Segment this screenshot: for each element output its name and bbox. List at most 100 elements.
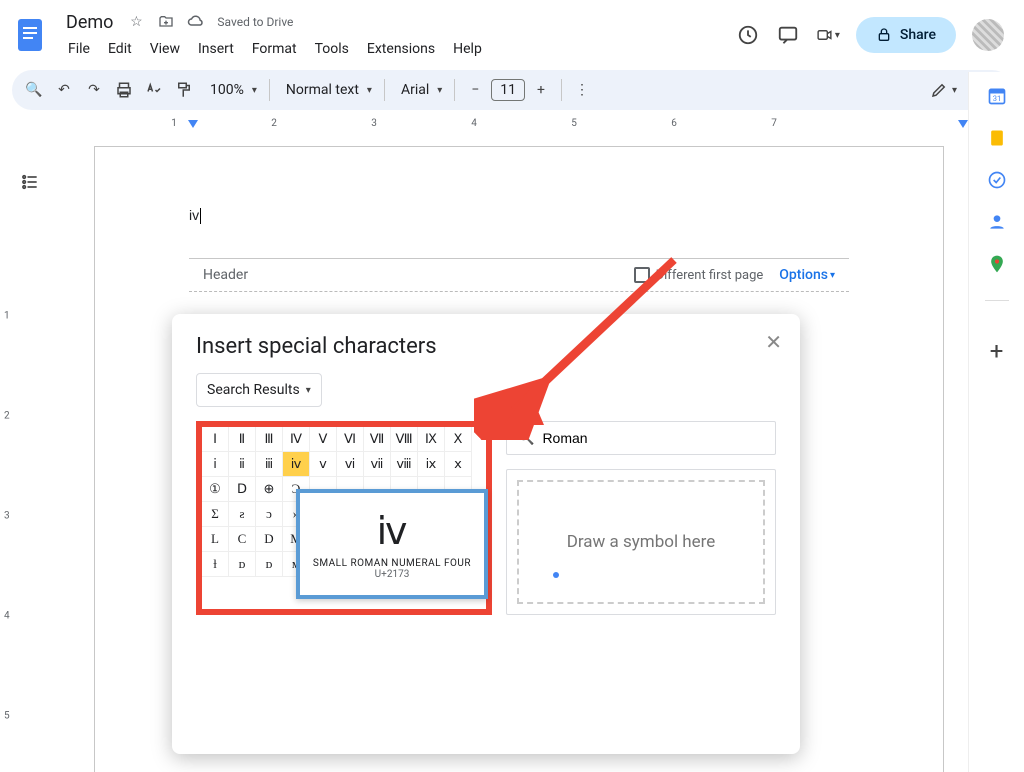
font-size-input[interactable]: 11 [491, 79, 525, 101]
search-icon[interactable]: 🔍 [20, 76, 48, 104]
tasks-icon[interactable] [987, 170, 1007, 190]
char-cell[interactable]: Σ [202, 502, 229, 527]
menu-tools[interactable]: Tools [307, 37, 357, 61]
docs-logo-icon[interactable] [12, 15, 52, 55]
char-cell[interactable]: ⅱ [229, 452, 256, 477]
redo-icon[interactable]: ↷ [80, 76, 108, 104]
char-cell[interactable]: ƨ [229, 502, 256, 527]
indent-marker-icon[interactable] [188, 120, 198, 128]
category-dropdown[interactable]: Search Results▾ [196, 373, 322, 407]
menubar: File Edit View Insert Format Tools Exten… [60, 37, 736, 61]
char-cell[interactable]: ᴅ [256, 552, 283, 577]
tooltip-glyph: ⅳ [377, 509, 408, 554]
tooltip-code: U+2173 [375, 569, 410, 580]
char-cell[interactable]: ⅲ [256, 452, 283, 477]
header-label: Header [203, 267, 248, 283]
cloud-saved-icon[interactable] [187, 13, 205, 31]
dialog-title: Insert special characters [196, 334, 776, 359]
maps-icon[interactable] [987, 254, 1007, 274]
header-options-dropdown[interactable]: Options ▾ [779, 267, 835, 283]
char-cell[interactable]: ⅷ [391, 452, 418, 477]
font-size-decrease[interactable]: − [461, 76, 489, 104]
char-cell[interactable]: Ⅲ [256, 427, 283, 452]
menu-file[interactable]: File [60, 37, 98, 61]
char-cell[interactable]: ⅳ [283, 452, 310, 477]
char-cell[interactable]: Ⅱ [229, 427, 256, 452]
char-cell[interactable]: D [256, 527, 283, 552]
char-cell[interactable]: Ⅾ [229, 477, 256, 502]
font-dropdown[interactable]: Arial▾ [391, 82, 448, 98]
tooltip-name: SMALL ROMAN NUMERAL FOUR [313, 558, 471, 569]
search-input-wrap[interactable]: 🔍 [506, 421, 776, 455]
char-cell[interactable]: Ⅴ [310, 427, 337, 452]
search-icon: 🔍 [517, 430, 534, 446]
char-cell[interactable]: ① [202, 477, 229, 502]
share-button[interactable]: Share [856, 17, 956, 53]
menu-help[interactable]: Help [445, 37, 490, 61]
character-tooltip: ⅳ SMALL ROMAN NUMERAL FOUR U+2173 [296, 489, 488, 599]
menu-insert[interactable]: Insert [190, 37, 242, 61]
paint-format-icon[interactable] [170, 76, 198, 104]
contacts-icon[interactable] [987, 212, 1007, 232]
meet-button[interactable]: ▾ [816, 23, 840, 47]
char-cell[interactable]: Ⅶ [364, 427, 391, 452]
draw-dot-icon [553, 572, 559, 578]
style-dropdown[interactable]: Normal text▾ [276, 82, 378, 98]
different-first-page-checkbox[interactable]: Different first page [634, 267, 764, 283]
ruler-tick: 5 [571, 118, 577, 129]
more-icon[interactable]: ⋮ [568, 76, 596, 104]
print-icon[interactable] [110, 76, 138, 104]
ruler-tick: 4 [471, 118, 477, 129]
page-header-area[interactable]: iv Header Different first page Options ▾ [95, 147, 943, 302]
char-cell[interactable]: Ⅳ [283, 427, 310, 452]
close-button[interactable]: ✕ [765, 332, 782, 352]
ruler-tick: 3 [371, 118, 377, 129]
menu-edit[interactable]: Edit [100, 37, 140, 61]
checkbox-icon [634, 267, 650, 283]
char-cell[interactable]: ⅸ [418, 452, 445, 477]
char-cell[interactable]: Ⅵ [337, 427, 364, 452]
search-input[interactable] [542, 430, 765, 446]
menu-extensions[interactable]: Extensions [359, 37, 443, 61]
move-icon[interactable] [157, 13, 175, 31]
char-cell[interactable]: ⅴ [310, 452, 337, 477]
ruler-tick: 6 [671, 118, 677, 129]
ruler-tick: 1 [171, 118, 177, 129]
char-cell[interactable]: ⅵ [337, 452, 364, 477]
keep-icon[interactable] [987, 128, 1007, 148]
font-size-increase[interactable]: + [527, 76, 555, 104]
comments-icon[interactable] [776, 23, 800, 47]
calendar-icon[interactable]: 31 [987, 86, 1007, 106]
vertical-ruler[interactable]: 1 2 3 4 5 [0, 146, 22, 772]
char-cell[interactable]: ƚ [202, 552, 229, 577]
char-cell[interactable]: ɔ [256, 502, 283, 527]
char-cell[interactable]: C [229, 527, 256, 552]
char-cell[interactable]: L [202, 527, 229, 552]
char-cell[interactable]: ⅹ [445, 452, 472, 477]
char-cell[interactable]: ⅰ [202, 452, 229, 477]
add-addon-button[interactable]: + [990, 337, 1004, 365]
ruler-tick: 7 [771, 118, 777, 129]
account-avatar[interactable] [972, 19, 1004, 51]
char-cell[interactable]: Ⅹ [445, 427, 472, 452]
zoom-dropdown[interactable]: 100%▾ [200, 82, 263, 98]
char-cell[interactable]: Ⅷ [391, 427, 418, 452]
document-title[interactable]: Demo [60, 10, 119, 35]
history-icon[interactable] [736, 23, 760, 47]
char-cell[interactable]: ⊕ [256, 477, 283, 502]
char-cell[interactable]: ⅶ [364, 452, 391, 477]
text-cursor [200, 208, 201, 224]
undo-icon[interactable]: ↶ [50, 76, 78, 104]
save-status: Saved to Drive [217, 15, 293, 29]
menu-view[interactable]: View [142, 37, 188, 61]
spellcheck-icon[interactable] [140, 76, 168, 104]
char-cell[interactable]: Ⅸ [418, 427, 445, 452]
menu-format[interactable]: Format [244, 37, 305, 61]
draw-symbol-pad[interactable]: Draw a symbol here [506, 469, 776, 615]
share-label: Share [900, 27, 936, 43]
char-cell[interactable]: ᴅ [229, 552, 256, 577]
right-margin-marker-icon[interactable] [958, 120, 968, 128]
editing-mode-dropdown[interactable]: ▾ [924, 81, 963, 99]
char-cell[interactable]: Ⅰ [202, 427, 229, 452]
star-icon[interactable]: ☆ [127, 13, 145, 31]
